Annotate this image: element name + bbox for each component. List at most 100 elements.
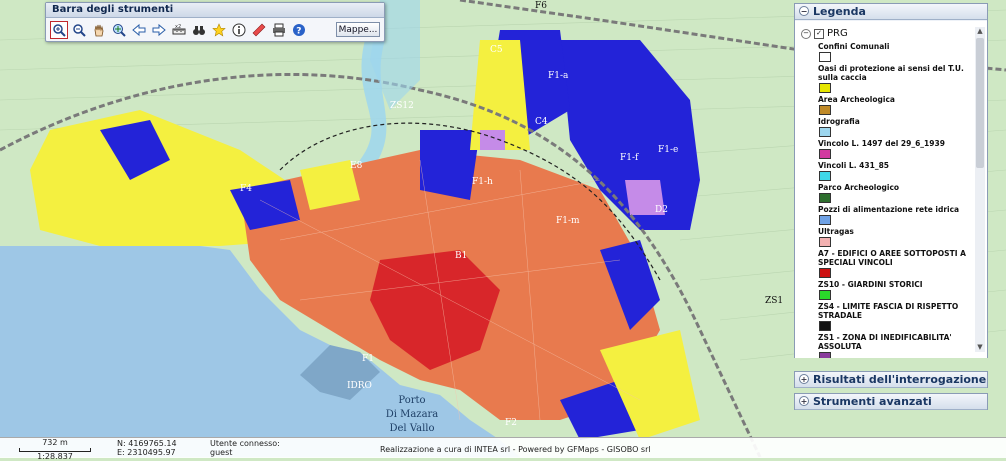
zone-label: F1-h [472,177,493,187]
legend-item: Parco Archeologico [818,183,969,203]
toolbar-tools: x2 ? [50,21,308,39]
legend-panel: − Legenda − ✓ PRG Confini Comunali Oasi d… [794,3,988,358]
legend-swatch [819,105,831,115]
zoom-in-icon[interactable] [50,21,68,39]
legend-item: Vincolo L. 1497 del 29_6_1939 [818,139,969,159]
results-header[interactable]: + Risultati dell'interrogazione [795,372,987,388]
zoom-out-icon[interactable] [70,21,88,39]
legend-swatch [819,127,831,137]
zone-label: F1-e [658,145,678,155]
legend-header[interactable]: − Legenda [795,4,987,20]
legend-item: Pozzi di alimentazione rete idrica [818,205,969,225]
zoom-extent-icon[interactable] [110,21,128,39]
zone-label: ZS1 [765,296,783,306]
help-icon[interactable]: ? [290,21,308,39]
expand-icon[interactable]: + [799,374,809,384]
layer-name: PRG [827,28,848,39]
toolbar-window[interactable]: Barra degli strumenti x2 ? Mappe... [45,2,385,42]
legend-title: Legenda [813,5,866,18]
scale-ratio: 1:28.837 [37,452,73,461]
legend-item-label: Parco Archeologico [818,183,900,192]
measure-icon[interactable]: x2 [170,21,188,39]
scale-distance: 732 m [42,438,68,447]
legend-swatch [819,171,831,181]
ruler-icon[interactable] [250,21,268,39]
advanced-header[interactable]: + Strumenti avanzati [795,394,987,410]
collapse-icon[interactable]: − [799,6,809,16]
print-icon[interactable] [270,21,288,39]
svg-text:Di Mazara: Di Mazara [386,409,439,420]
legend-item-label: A7 - EDIFICI O AREE SOTTOPOSTI A SPECIAL… [818,249,966,267]
layer-prg[interactable]: − ✓ PRG [801,28,969,39]
pan-hand-icon[interactable] [90,21,108,39]
scrollbar-thumb[interactable] [976,38,984,168]
svg-text:x2: x2 [175,24,181,30]
mappe-button[interactable]: Mappe... [336,22,380,37]
zone-label: C4 [535,117,548,127]
legend-item-label: Pozzi di alimentazione rete idrica [818,205,960,214]
scroll-down-icon[interactable]: ▼ [975,343,985,352]
star-icon[interactable] [210,21,228,39]
zone-label: B1 [455,251,467,261]
zone-label: IDRO [347,381,372,391]
legend-item: Area Archeologica [818,95,969,115]
legend-item-label: Idrografia [818,117,860,126]
credits: Realizzazione a cura di INTEA srl - Powe… [380,445,651,454]
forward-arrow-icon[interactable] [150,21,168,39]
back-arrow-icon[interactable] [130,21,148,39]
expand-icon[interactable]: − [801,28,811,39]
layer-checkbox[interactable]: ✓ [814,28,824,39]
legend-item: ZS4 - LIMITE FASCIA DI RISPETTO STRADALE [818,302,969,331]
zone-label: F1 [362,354,374,364]
zone-label: F4 [240,184,252,194]
legend-item: Oasi di protezione ai sensi del T.U. sul… [818,64,969,93]
legend-item-label: ZS10 - GIARDINI STORICI [818,280,923,289]
info-icon[interactable] [230,21,248,39]
legend-item-label: Vincoli L. 431_85 [818,161,890,170]
user-info: Utente connesso: guest [210,439,280,457]
zone-label: F1-m [556,216,580,226]
legend-item: Idrografia [818,117,969,137]
legend-item: ZS1 - ZONA DI INEDIFICABILITA' ASSOLUTA [818,333,969,358]
coord-east: E: 2310495.97 [117,448,176,457]
zone-label: D2 [655,205,668,215]
legend-item-label: ZS1 - ZONA DI INEDIFICABILITA' ASSOLUTA [818,333,952,351]
legend-item-label: Confini Comunali [818,42,890,51]
results-title: Risultati dell'interrogazione [813,373,987,386]
advanced-title: Strumenti avanzati [813,395,932,408]
scroll-up-icon[interactable]: ▲ [975,27,985,36]
legend-item-label: Vincolo L. 1497 del 29_6_1939 [818,139,945,148]
zone-label: F2 [505,418,517,428]
legend-list: − ✓ PRG Confini Comunali Oasi di protezio… [801,28,969,358]
binoculars-icon[interactable] [190,21,208,39]
results-panel[interactable]: + Risultati dell'interrogazione [794,371,988,388]
legend-item-label: Area Archeologica [818,95,895,104]
zone-label: F1-a [548,71,569,81]
legend-swatch [819,321,831,331]
legend-swatch [819,290,831,300]
toolbar-title: Barra degli strumenti [46,3,384,18]
scale-bar: 732 m 1:28.837 [10,439,100,461]
legend-swatch [819,193,831,203]
legend-item-label: Oasi di protezione ai sensi del T.U. sul… [818,64,964,82]
coord-north: N: 4169765.14 [117,439,177,448]
legend-item: Confini Comunali [818,42,969,62]
legend-swatch [819,268,831,278]
zone-label: C5 [490,45,503,55]
legend-swatch [819,237,831,247]
legend-swatch [819,83,831,93]
legend-item: Vincoli L. 431_85 [818,161,969,181]
legend-item-label: Ultragas [818,227,854,236]
advanced-tools-panel[interactable]: + Strumenti avanzati [794,393,988,410]
coordinates: N: 4169765.14 E: 2310495.97 [117,439,177,457]
legend-items: Confini Comunali Oasi di protezione ai se… [801,42,969,358]
legend-item: ZS10 - GIARDINI STORICI [818,280,969,300]
legend-swatch [819,215,831,225]
user-name: guest [210,448,233,457]
zone-label: E8 [350,161,363,171]
legend-item-label: ZS4 - LIMITE FASCIA DI RISPETTO STRADALE [818,302,959,320]
zone-label: ZS12 [390,101,414,111]
zone-label: F6 [535,1,547,11]
legend-scrollbar[interactable]: ▲ ▼ [975,27,985,352]
expand-icon[interactable]: + [799,396,809,406]
